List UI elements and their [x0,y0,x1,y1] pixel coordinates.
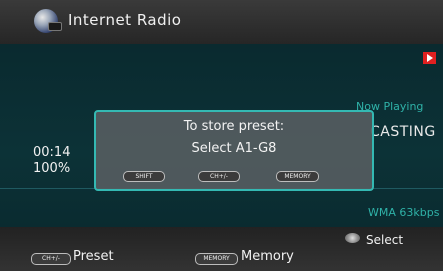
preset-key[interactable]: CH+/- [31,253,71,265]
channel-key[interactable]: CH+/- [198,171,240,182]
shift-key[interactable]: SHIFT [123,171,165,182]
memory-footer-key[interactable]: MEMORY [195,253,238,265]
store-preset-dialog: To store preset: Select A1-G8 SHIFT CH+/… [94,110,374,191]
title-bar: Internet Radio [0,0,443,44]
stream-format: WMA 63kbps [368,206,440,219]
select-wheel-icon [345,233,360,243]
volume-level: 100% [33,161,71,176]
dialog-title: To store preset: [183,119,285,134]
internet-tag-icon [48,22,62,31]
memory-key[interactable]: MEMORY [276,171,319,182]
play-icon [423,52,436,64]
preset-label: Preset [73,249,114,264]
app-title: Internet Radio [68,11,182,29]
dialog-instruction: Select A1-G8 [191,141,277,156]
station-name: CASTING [370,124,436,140]
memory-label: Memory [241,249,294,264]
select-label: Select [366,233,404,247]
elapsed-time: 00:14 [33,145,71,160]
